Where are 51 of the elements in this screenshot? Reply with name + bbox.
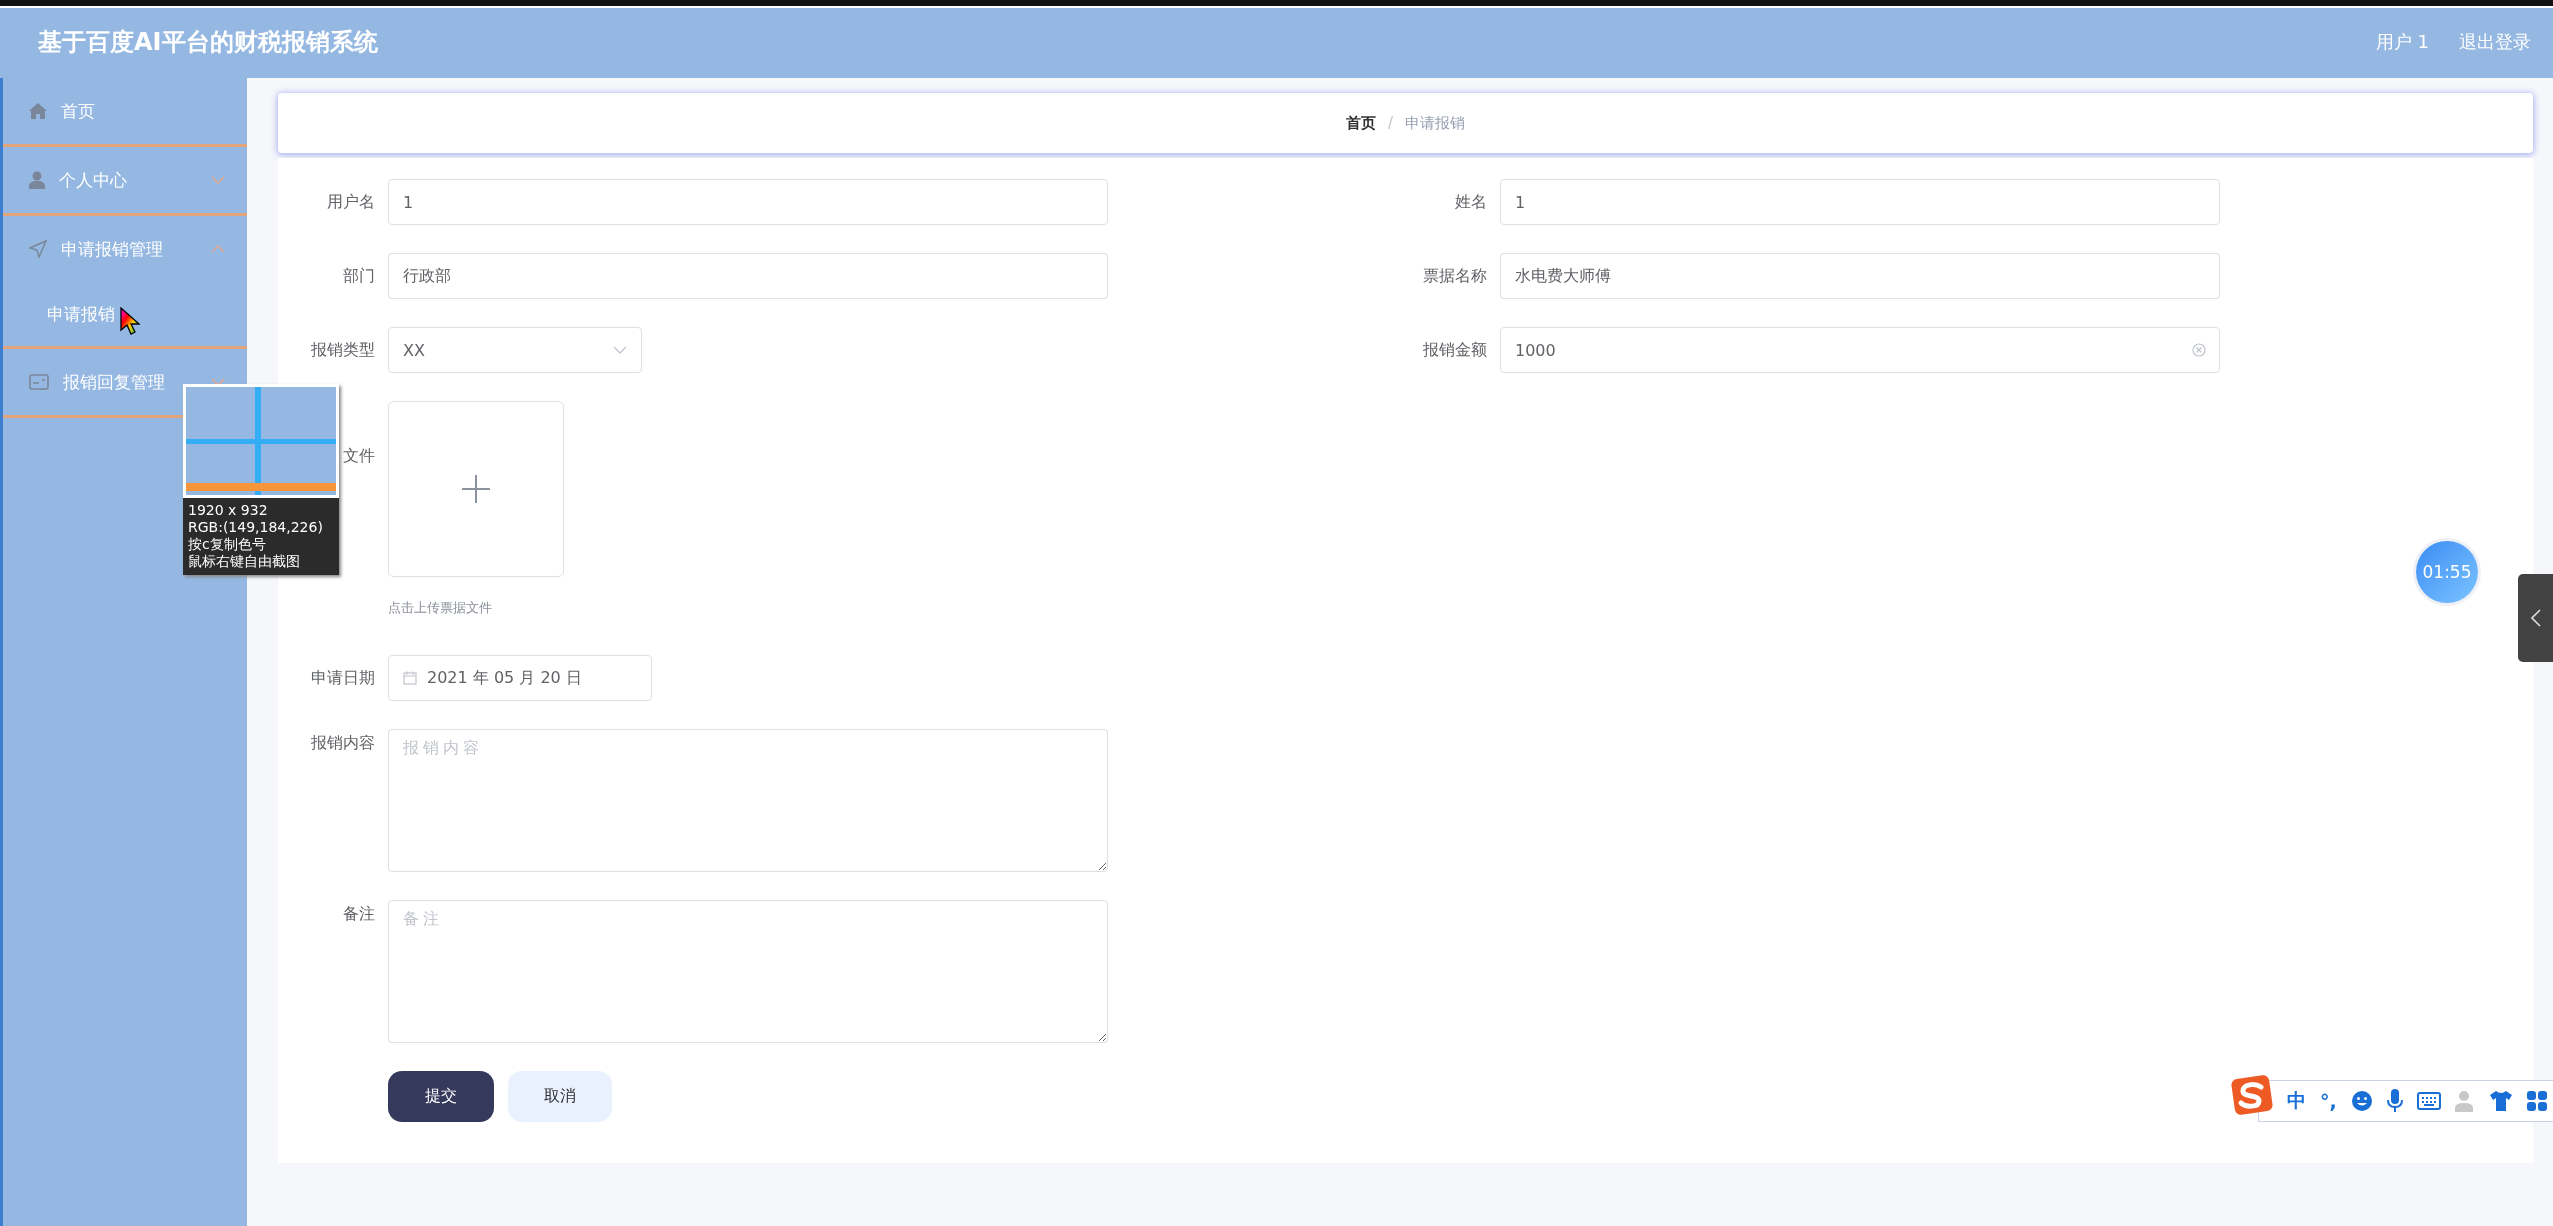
ime-mode-toggle[interactable]: 中 (2287, 1088, 2306, 1114)
sidebar-item-label: 个人中心 (59, 168, 128, 192)
field-label: 报销内容 (310, 732, 375, 754)
sidebar-item-label: 报销回复管理 (63, 370, 166, 394)
field-label: 报销类型 (310, 339, 375, 361)
picker-info-text: RGB:(149,184,226) (188, 519, 324, 536)
input-field[interactable]: 1 (388, 179, 1108, 225)
input-field[interactable]: 行政部 (388, 253, 1108, 299)
select-field[interactable]: XX (388, 327, 642, 373)
picker-info-text: 按c复制色号 (188, 536, 267, 553)
textarea-field[interactable]: 备注 (388, 900, 1108, 1043)
microphone-icon[interactable] (2386, 1089, 2403, 1113)
breadcrumb-item[interactable]: 首页 (1345, 113, 1376, 133)
input-field[interactable]: 水电费大师傅 (1500, 253, 2220, 299)
field-label: 用户名 (326, 191, 375, 213)
picker-info-text: 鼠标右键自由截图 (188, 553, 301, 570)
field-label: 文件 (342, 445, 375, 467)
punctuation-toggle[interactable]: °, (2320, 1090, 2337, 1112)
keyboard-icon[interactable] (2416, 1092, 2441, 1110)
caret-icon (613, 346, 627, 354)
paper-plane-icon (29, 240, 47, 258)
input-field[interactable]: 1000 (1500, 327, 2220, 373)
date-field[interactable]: 2021 年 05 月 20 日 (388, 655, 652, 701)
textarea-field[interactable]: 报销内容 (388, 729, 1108, 872)
home-icon (29, 103, 47, 119)
field-label: 备注 (342, 903, 375, 925)
sidebar-item-label: 首页 (61, 99, 96, 123)
field-label: 报销金额 (1422, 339, 1487, 361)
smiley-icon[interactable] (2350, 1090, 2373, 1112)
picker-info-text: 1920 x 932 (188, 502, 269, 519)
breadcrumb-separator: / (1387, 114, 1394, 132)
field-label: 票据名称 (1422, 265, 1487, 287)
person-icon (29, 171, 45, 189)
cancel-button[interactable]: 取消 (508, 1071, 612, 1122)
grid-icon[interactable] (2526, 1091, 2547, 1111)
breadcrumb-item: 申请报销 (1405, 113, 1466, 133)
sidebar-item-label: 申请报销管理 (61, 237, 164, 261)
field-label: 姓名 (1454, 191, 1487, 213)
ime-logo-icon[interactable] (2231, 1075, 2273, 1115)
upload-hint: 点击上传票据文件 (388, 599, 493, 617)
field-label: 申请日期 (310, 667, 375, 689)
calendar-icon (403, 671, 417, 685)
plus-icon (462, 475, 490, 503)
chevron-left-icon (2530, 609, 2541, 627)
cursor-icon (120, 307, 140, 335)
shirt-icon[interactable] (2488, 1090, 2513, 1112)
input-field[interactable]: 1 (1500, 179, 2220, 225)
card-icon (29, 374, 49, 390)
field-label: 部门 (342, 265, 375, 287)
submit-button[interactable]: 提交 (388, 1071, 494, 1122)
app-title: 基于百度AI平台的财税报销系统 (38, 27, 379, 58)
